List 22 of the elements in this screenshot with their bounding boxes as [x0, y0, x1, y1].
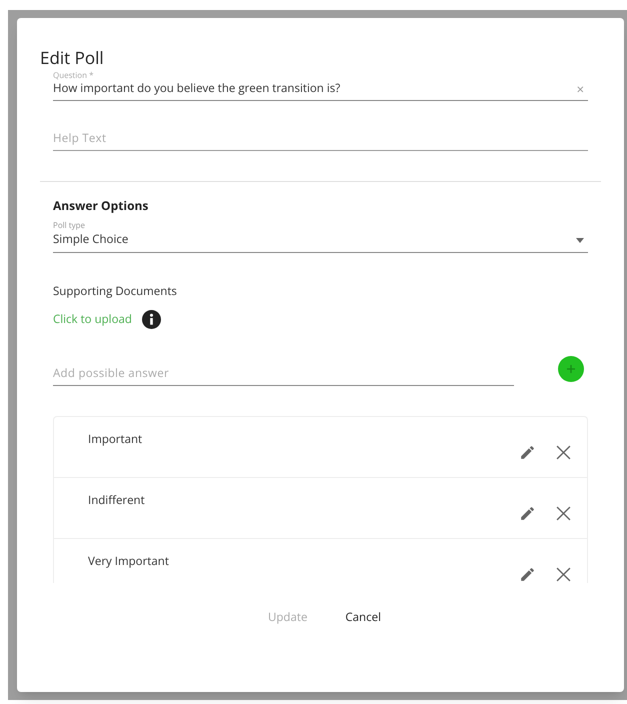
help-text-field[interactable]: Help Text [53, 131, 588, 151]
answer-text: Very Important [88, 553, 169, 570]
add-answer-button[interactable] [558, 356, 584, 382]
dropdown-caret-icon [576, 238, 584, 242]
upload-link[interactable]: Click to upload [53, 311, 132, 328]
section-heading: Answer Options [53, 197, 150, 215]
answer-text: Indifferent [88, 492, 145, 510]
supporting-documents-label: Supporting Documents [53, 283, 178, 300]
delete-button[interactable] [556, 506, 571, 521]
dialog-button[interactable]: Cancel [337, 605, 389, 630]
question-field[interactable]: Question * How important do you believe the green transition is? × [53, 71, 588, 101]
answer-input-field[interactable]: Add possible answer [53, 366, 514, 386]
answer-text: Important [88, 431, 142, 448]
dialog-title: Edit Poll [40, 46, 104, 69]
edit-button[interactable] [519, 504, 536, 522]
edit-button[interactable] [519, 566, 536, 583]
poll-type-select[interactable]: Poll type Simple Choice [53, 221, 588, 253]
info-icon [142, 310, 161, 330]
delete-button[interactable] [556, 444, 571, 460]
delete-button[interactable] [556, 566, 571, 582]
edit-button[interactable] [519, 444, 536, 461]
plus-icon [566, 364, 576, 374]
